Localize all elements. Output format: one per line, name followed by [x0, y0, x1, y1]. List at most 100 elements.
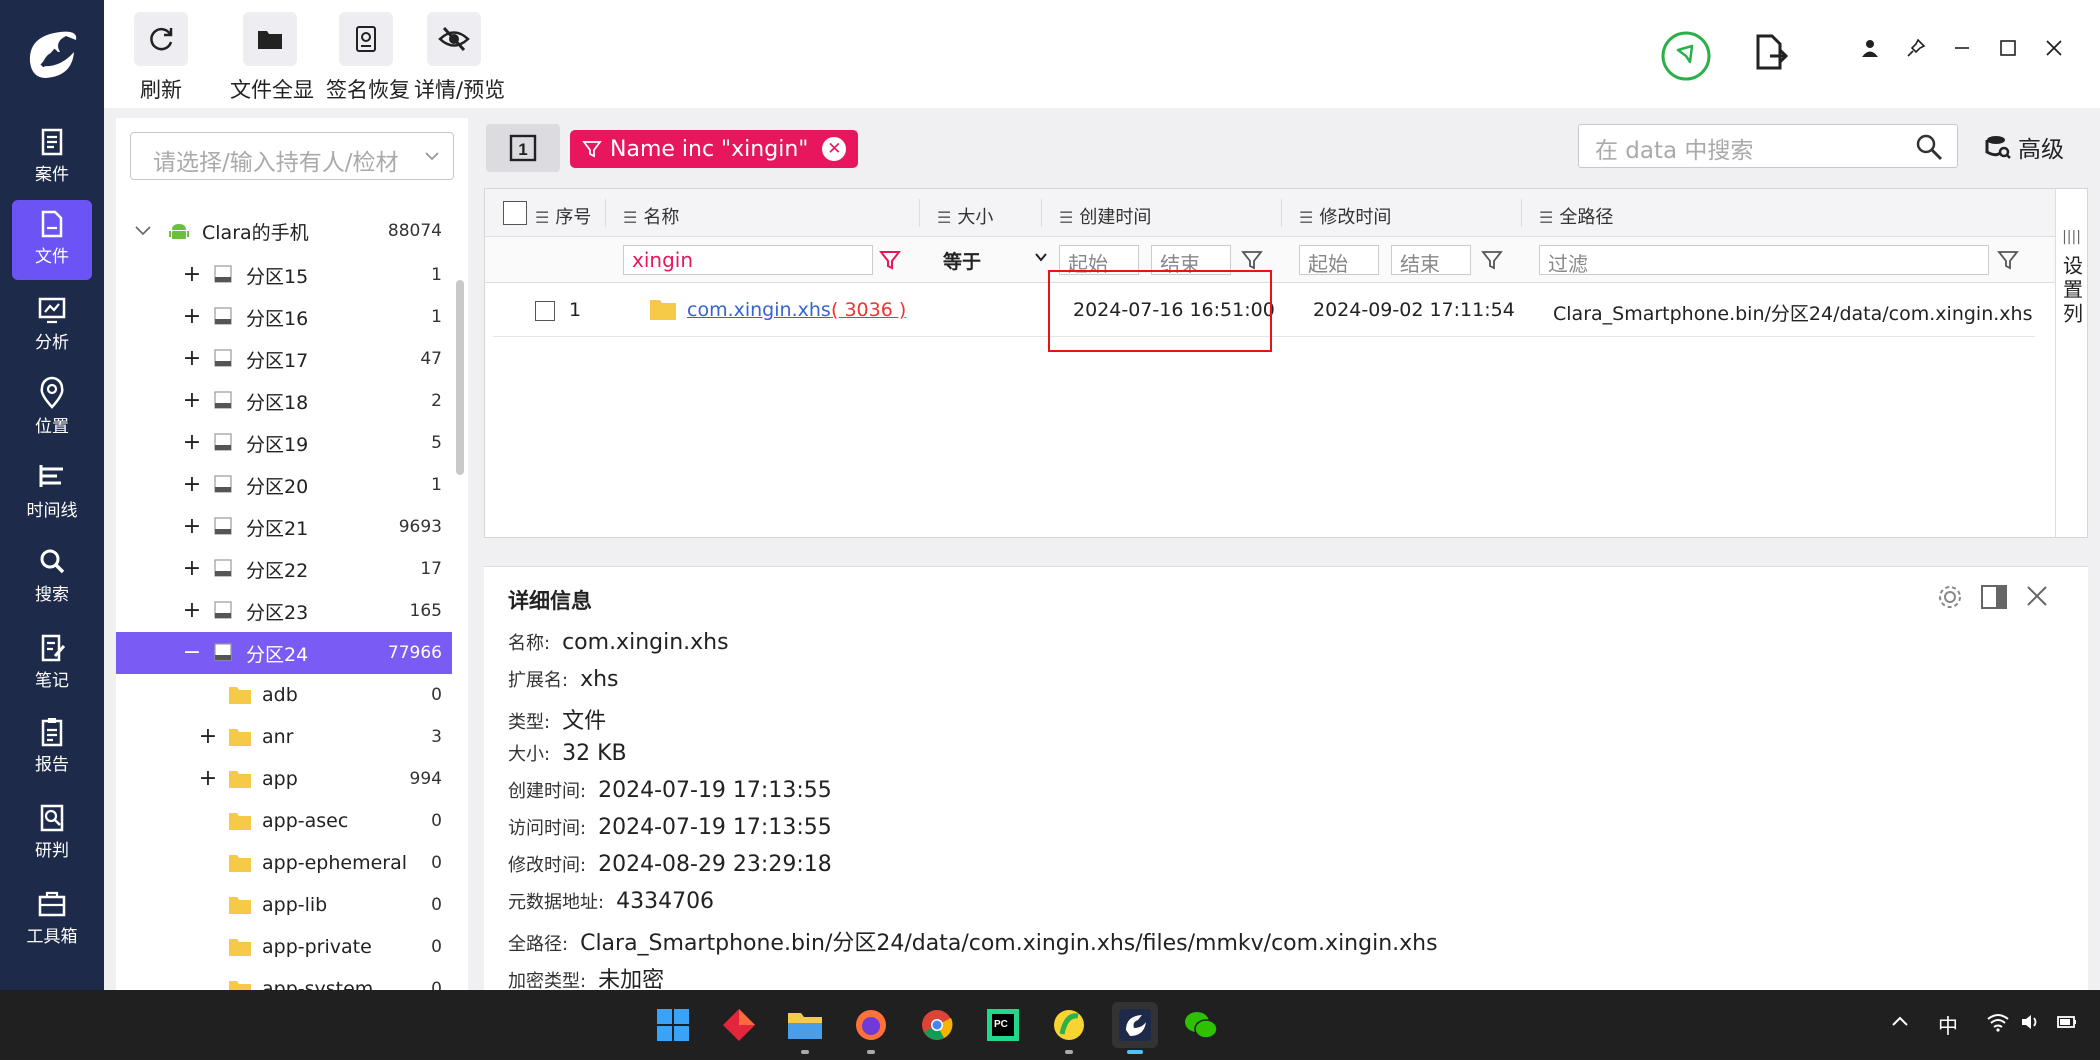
- size-operator-select[interactable]: 等于: [943, 247, 1047, 274]
- tree-item-partition[interactable]: + 分区17 47: [116, 338, 452, 380]
- user-icon[interactable]: [1852, 30, 1888, 66]
- col-size[interactable]: ☰ 大小: [937, 203, 993, 229]
- chevron-up-icon[interactable]: [1890, 1012, 1910, 1032]
- expand-toggle[interactable]: +: [182, 516, 202, 538]
- nav-item-5[interactable]: 搜索: [12, 538, 92, 618]
- show-all-files-button[interactable]: 文件全显: [230, 12, 314, 104]
- advanced-search-button[interactable]: 高级: [1984, 130, 2064, 164]
- windows-start-icon[interactable]: [650, 1002, 696, 1048]
- forensic-app-icon[interactable]: [1112, 1002, 1158, 1054]
- expand-toggle[interactable]: +: [182, 348, 202, 370]
- maximize-icon[interactable]: [1990, 30, 2026, 66]
- filter-icon[interactable]: [879, 249, 901, 271]
- tree-item-partition[interactable]: + 分区22 17: [116, 548, 452, 590]
- chevron-down-icon: [423, 147, 441, 165]
- nav-item-1[interactable]: 文件: [12, 200, 92, 280]
- gear-icon[interactable]: [1936, 583, 1964, 611]
- detail-field: 元数据地址: 4334706: [508, 889, 715, 914]
- pin-icon[interactable]: [1898, 30, 1934, 66]
- filter-icon[interactable]: [1997, 249, 2019, 271]
- owner-select[interactable]: 请选择/输入持有人/检材: [130, 132, 454, 180]
- tree-scrollbar[interactable]: [456, 280, 464, 475]
- modified-start-input[interactable]: 起始: [1299, 245, 1379, 275]
- col-name[interactable]: ☰ 名称: [623, 203, 679, 229]
- search-icon[interactable]: [1915, 133, 1943, 161]
- expand-toggle[interactable]: +: [182, 558, 202, 580]
- tree-root-device[interactable]: Clara的手机 88074: [116, 210, 452, 252]
- name-filter-input[interactable]: xingin: [623, 245, 873, 275]
- row-checkbox[interactable]: [535, 301, 555, 321]
- nav-item-8[interactable]: 研判: [12, 794, 92, 874]
- expand-toggle[interactable]: +: [182, 390, 202, 412]
- tree-item-partition[interactable]: + 分区20 1: [116, 464, 452, 506]
- col-path[interactable]: ☰ 全路径: [1539, 203, 1613, 229]
- nav-item-0[interactable]: 案件: [12, 118, 92, 198]
- expand-toggle[interactable]: +: [182, 432, 202, 454]
- tree-item-folder[interactable]: adb 0: [116, 674, 452, 716]
- expand-toggle[interactable]: +: [198, 726, 218, 748]
- search-input[interactable]: 在 data 中搜索: [1578, 124, 1958, 168]
- tree-item-folder[interactable]: + app 994: [116, 758, 452, 800]
- expand-toggle[interactable]: +: [182, 474, 202, 496]
- refresh-button[interactable]: 刷新: [134, 12, 188, 104]
- tree-item-partition[interactable]: + 分区19 5: [116, 422, 452, 464]
- remove-filter-icon[interactable]: ✕: [822, 137, 847, 161]
- filter-icon[interactable]: [1241, 249, 1263, 271]
- expand-toggle[interactable]: −: [182, 642, 202, 664]
- column-settings-tab[interactable]: |||| 设置列: [2055, 189, 2087, 537]
- active-filter-chip[interactable]: Name inc "xingin" ✕: [570, 130, 859, 168]
- file-explorer-icon[interactable]: [782, 1002, 828, 1054]
- child-count[interactable]: ( 3036 ): [831, 299, 906, 321]
- battery-icon[interactable]: [2056, 1012, 2080, 1032]
- chrome-icon[interactable]: [914, 1002, 960, 1048]
- nav-item-7[interactable]: 报告: [12, 708, 92, 788]
- modified-end-input[interactable]: 结束: [1391, 245, 1471, 275]
- path-filter-input[interactable]: 过滤: [1539, 245, 1989, 275]
- file-name-link[interactable]: com.xingin.xhs: [687, 299, 831, 321]
- expand-toggle[interactable]: +: [198, 768, 218, 790]
- tree-item-folder[interactable]: app-asec 0: [116, 800, 452, 842]
- nav-item-6[interactable]: 笔记: [12, 624, 92, 704]
- col-created[interactable]: ☰ 创建时间: [1059, 203, 1151, 229]
- nav-item-2[interactable]: 分析: [12, 286, 92, 366]
- tree-item-folder[interactable]: app-lib 0: [116, 884, 452, 926]
- app-red-diamond-icon[interactable]: [716, 1002, 762, 1048]
- close-icon[interactable]: [2036, 30, 2072, 66]
- tree-item-partition[interactable]: + 分区23 165: [116, 590, 452, 632]
- single-pane-button[interactable]: 1: [486, 124, 560, 172]
- expand-toggle[interactable]: +: [182, 600, 202, 622]
- export-file-icon[interactable]: [1754, 34, 1788, 70]
- wifi-icon[interactable]: [1986, 1012, 2010, 1032]
- tree-item-partition[interactable]: − 分区24 77966: [116, 632, 452, 674]
- volume-icon[interactable]: [2020, 1012, 2042, 1032]
- tree-item-partition[interactable]: + 分区15 1: [116, 254, 452, 296]
- expand-toggle[interactable]: +: [182, 306, 202, 328]
- col-seq[interactable]: ☰ 序号: [535, 203, 591, 229]
- nav-item-9[interactable]: 工具箱: [12, 880, 92, 960]
- nav-item-3[interactable]: 位置: [12, 370, 92, 450]
- select-all-checkbox[interactable]: [503, 201, 527, 225]
- app-yellow-green-icon[interactable]: [1046, 1002, 1092, 1054]
- tree-item-folder[interactable]: app-ephemeral 0: [116, 842, 452, 884]
- signature-restore-button[interactable]: 签名恢复: [326, 12, 410, 104]
- pycharm-icon[interactable]: PC: [980, 1002, 1026, 1048]
- firefox-icon[interactable]: [848, 1002, 894, 1054]
- close-detail-icon[interactable]: [2024, 583, 2050, 609]
- tree-item-partition[interactable]: + 分区16 1: [116, 296, 452, 338]
- panel-toggle-icon[interactable]: [1980, 583, 2008, 611]
- expand-toggle[interactable]: +: [182, 264, 202, 286]
- nav-item-4[interactable]: 时间线: [12, 454, 92, 534]
- minimize-icon[interactable]: [1944, 30, 1980, 66]
- tree-item-partition[interactable]: + 分区18 2: [116, 380, 452, 422]
- col-modified[interactable]: ☰ 修改时间: [1299, 203, 1391, 229]
- tree-item-folder[interactable]: app-private 0: [116, 926, 452, 968]
- details-preview-button[interactable]: 详情/预览: [414, 12, 505, 104]
- chevron-down-icon[interactable]: [134, 224, 154, 238]
- tree-item-folder[interactable]: + anr 3: [116, 716, 452, 758]
- status-shield-icon[interactable]: [1660, 30, 1712, 82]
- tree-item-partition[interactable]: + 分区21 9693: [116, 506, 452, 548]
- ime-indicator[interactable]: 中: [1938, 1010, 1958, 1039]
- wechat-icon[interactable]: [1178, 1002, 1224, 1048]
- timeline-icon: [39, 465, 63, 487]
- filter-icon[interactable]: [1481, 249, 1503, 271]
